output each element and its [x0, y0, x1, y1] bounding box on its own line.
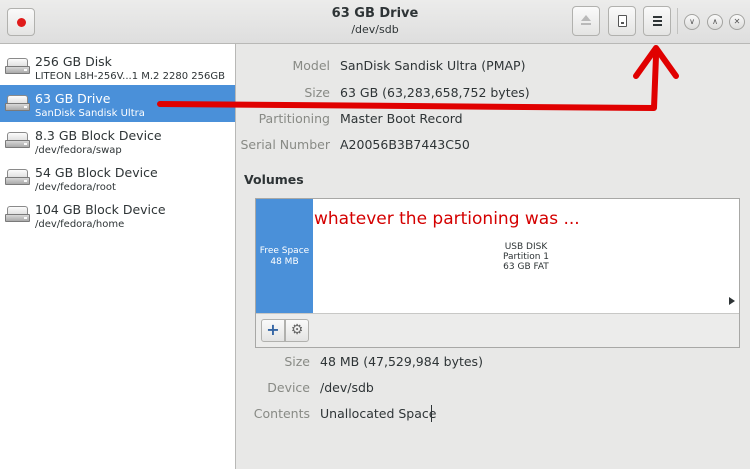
annotation-text: whatever the partioning was ...: [314, 209, 580, 229]
maximize-button[interactable]: ∧: [707, 14, 723, 30]
free-space-label: Free Space: [259, 246, 310, 256]
drive-name: 8.3 GB Block Device: [35, 128, 162, 143]
device-label: Device: [267, 380, 310, 395]
plus-icon: +: [266, 320, 280, 339]
record-icon: [17, 18, 26, 27]
volume-toolbar: + ⚙: [256, 313, 739, 347]
size-label: Size: [304, 85, 330, 100]
model-label: Model: [292, 58, 330, 73]
device-value: /dev/sdb: [320, 380, 374, 395]
window-title: 63 GB Drive: [331, 6, 419, 21]
disk-image-button[interactable]: [608, 6, 636, 36]
drive-item-104gb-block-device[interactable]: 104 GB Block Device /dev/fedora/home: [0, 196, 235, 233]
play-arrow-icon[interactable]: [729, 297, 735, 305]
drive-item-8gb-block-device[interactable]: 8.3 GB Block Device /dev/fedora/swap: [0, 122, 235, 159]
drive-list: 256 GB Disk LITEON L8H-256V...1 M.2 2280…: [0, 44, 236, 469]
partition-size-type: 63 GB FAT: [503, 262, 549, 272]
window-subtitle: /dev/sdb: [351, 23, 399, 36]
minimize-button[interactable]: ∨: [684, 14, 700, 30]
drive-description: /dev/fedora/swap: [35, 145, 122, 156]
drive-item-63gb-drive[interactable]: 63 GB Drive SanDisk Sandisk Ultra: [0, 85, 235, 122]
drive-description: /dev/fedora/root: [35, 182, 116, 193]
create-partition-button[interactable]: +: [261, 319, 285, 342]
harddisk-icon: [5, 58, 30, 74]
size-value: 63 GB (63,283,658,752 bytes): [340, 85, 530, 100]
title-block: 63 GB Drive /dev/sdb: [250, 6, 500, 37]
text-cursor: [431, 405, 432, 422]
gear-icon: ⚙: [290, 322, 304, 338]
harddisk-icon: [5, 132, 30, 148]
harddisk-icon: [5, 95, 30, 111]
drive-description: /dev/fedora/home: [35, 219, 125, 230]
serial-label: Serial Number: [240, 137, 330, 152]
contents-label: Contents: [253, 406, 310, 421]
chevron-down-icon: ∨: [689, 17, 695, 26]
partition-options-button[interactable]: ⚙: [285, 319, 309, 342]
drive-name: 63 GB Drive: [35, 91, 111, 106]
menu-button[interactable]: [643, 6, 671, 36]
close-button[interactable]: ✕: [729, 14, 745, 30]
arrow-head: [633, 45, 679, 79]
record-button[interactable]: [7, 8, 35, 36]
drive-name: 54 GB Block Device: [35, 165, 158, 180]
header-separator: [677, 8, 678, 34]
partition-number: Partition 1: [502, 252, 550, 262]
drive-description: LITEON L8H-256V...1 M.2 2280 256GB: [35, 71, 225, 82]
drive-name: 104 GB Block Device: [35, 202, 166, 217]
drive-item-54gb-block-device[interactable]: 54 GB Block Device /dev/fedora/root: [0, 159, 235, 196]
volume-free-space[interactable]: Free Space 48 MB: [256, 199, 313, 313]
header-bar: 63 GB Drive /dev/sdb ∨ ∧ ✕: [0, 0, 750, 44]
partition-label: USB DISK: [504, 242, 548, 252]
partitioning-label: Partitioning: [258, 111, 330, 126]
disks-window: 63 GB Drive /dev/sdb ∨ ∧ ✕ 256 GB Disk L…: [0, 0, 750, 469]
serial-value: A20056B3B7443C50: [340, 137, 470, 152]
model-value: SanDisk Sandisk Ultra (PMAP): [340, 58, 526, 73]
volume-size-value: 48 MB (47,529,984 bytes): [320, 354, 483, 369]
contents-value: Unallocated Space: [320, 406, 437, 421]
eject-button[interactable]: [572, 6, 600, 36]
volume-size-label: Size: [284, 354, 310, 369]
disk-image-icon: [618, 15, 627, 27]
chevron-up-icon: ∧: [712, 17, 718, 26]
partitioning-value: Master Boot Record: [340, 111, 463, 126]
drive-name: 256 GB Disk: [35, 54, 112, 69]
harddisk-icon: [5, 206, 30, 222]
free-space-size: 48 MB: [270, 257, 299, 267]
drive-description: SanDisk Sandisk Ultra: [35, 108, 145, 119]
close-icon: ✕: [733, 17, 741, 26]
volumes-heading: Volumes: [244, 172, 304, 187]
drive-item-256gb-disk[interactable]: 256 GB Disk LITEON L8H-256V...1 M.2 2280…: [0, 48, 235, 85]
harddisk-icon: [5, 169, 30, 185]
